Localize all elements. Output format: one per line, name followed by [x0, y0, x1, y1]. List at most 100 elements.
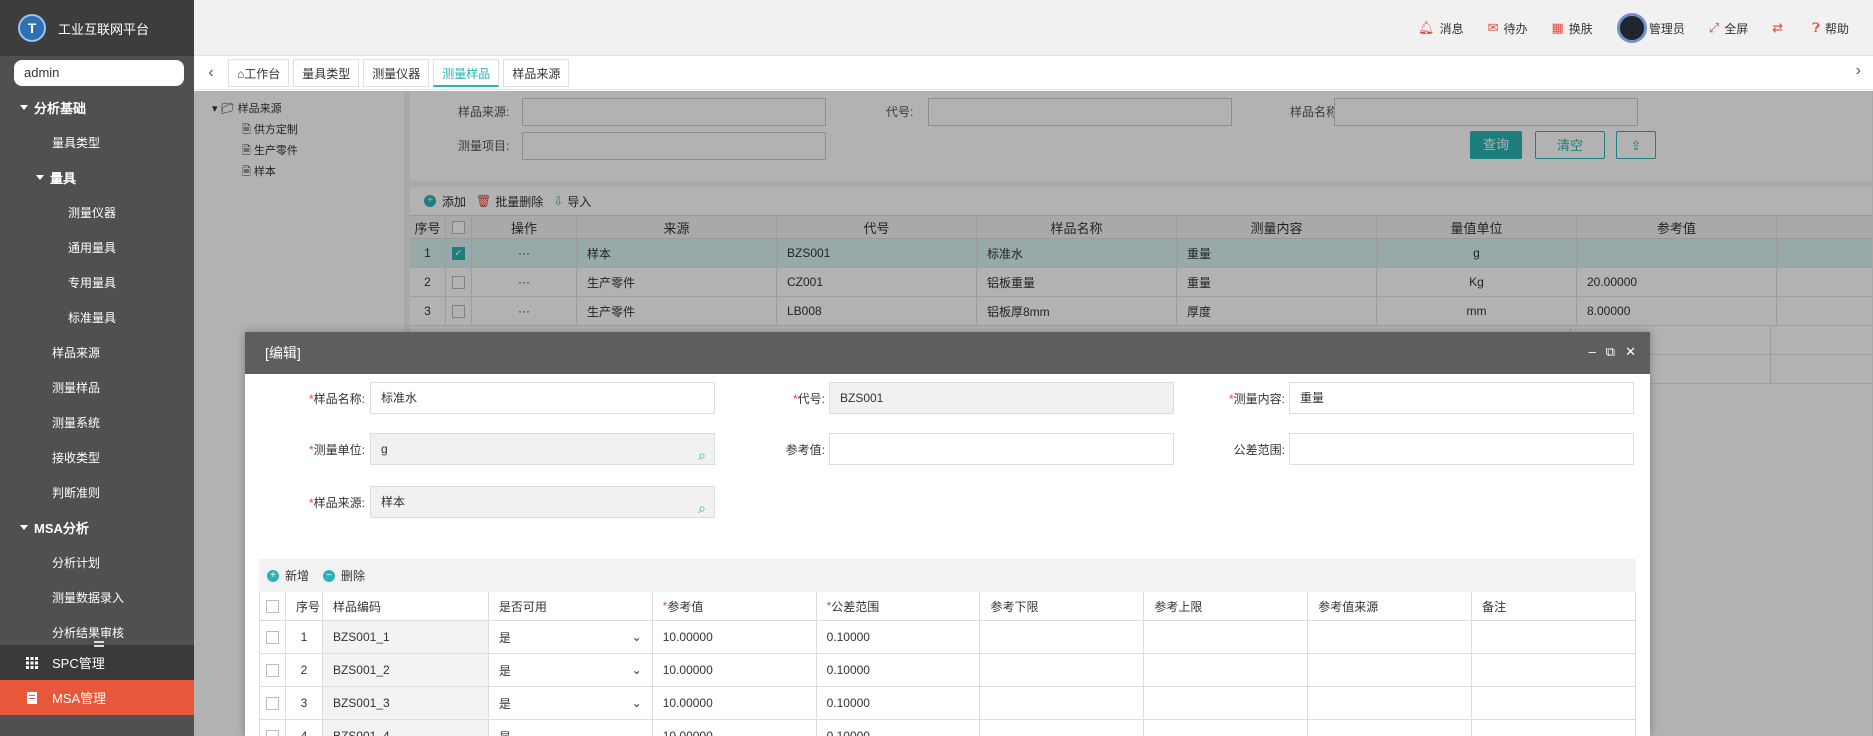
table-row[interactable]: 3 BZS001_3 是 ⌄ 10.00000 0.10000 [260, 687, 1636, 720]
todo-button[interactable]: ✉ 待办 [1488, 20, 1528, 37]
sidebar-item[interactable]: 测量样品 [0, 370, 194, 405]
sidebar-item[interactable]: 通用量具 [0, 230, 194, 265]
table-cell[interactable] [1472, 720, 1636, 736]
table-cell[interactable]: 10.00000 [653, 687, 817, 719]
table-cell[interactable]: BZS001_2 [322, 654, 489, 686]
table-cell[interactable] [1472, 687, 1636, 719]
table-cell[interactable]: 10.00000 [653, 621, 817, 653]
table-cell[interactable] [1144, 687, 1309, 719]
row-checkbox-cell[interactable] [260, 621, 286, 653]
table-cell[interactable] [1144, 621, 1309, 653]
table-cell[interactable]: BZS001_4 [322, 720, 489, 736]
tol-field[interactable] [1289, 433, 1634, 465]
sidebar-item-label: 量具类型 [52, 136, 101, 150]
select-all-checkbox[interactable] [260, 592, 286, 620]
checkbox[interactable] [265, 630, 279, 644]
sidebar-item[interactable]: 测量数据录入 [0, 580, 194, 615]
table-cell[interactable] [980, 720, 1145, 736]
source-field[interactable]: 样本 ⌕ [370, 486, 715, 518]
unit-field[interactable]: g ⌕ [370, 433, 715, 465]
tab-workbench[interactable]: ⌂工作台 [228, 58, 290, 87]
delete-button[interactable]: − 删除 [323, 567, 365, 584]
table-cell[interactable] [980, 654, 1145, 686]
switch-button[interactable]: ⇄ [1772, 20, 1788, 36]
table-row[interactable]: 4BZS001_4是⌄10.000000.10000 [260, 720, 1636, 736]
sidebar-item[interactable]: 接收类型 [0, 440, 194, 475]
ref-field[interactable] [829, 433, 1174, 465]
skin-button[interactable]: ▦ 换肤 [1552, 20, 1593, 37]
sidebar-item-msa[interactable]: MSA管理 [0, 680, 194, 715]
maximize-icon[interactable]: ⧉ [1606, 344, 1615, 360]
sidebar-item-spc[interactable]: SPC管理 [0, 645, 194, 680]
app-logo: T [18, 14, 46, 42]
table-cell[interactable] [980, 687, 1145, 719]
table-cell[interactable]: 0.10000 [817, 687, 981, 719]
search-icon[interactable]: ⌕ [698, 493, 706, 523]
sidebar-item[interactable]: 测量仪器 [0, 195, 194, 230]
table-cell[interactable] [1472, 621, 1636, 653]
sidebar-item[interactable]: 分析基础 [0, 90, 194, 125]
row-checkbox-cell[interactable] [260, 720, 286, 736]
table-cell[interactable] [1308, 654, 1473, 686]
sidebar-item[interactable]: 专用量具 [0, 265, 194, 300]
table-cell[interactable] [1472, 654, 1636, 686]
tab-sample[interactable]: 测量样品 [433, 58, 500, 87]
chevron-left-icon[interactable]: ‹ [194, 64, 228, 82]
user-menu[interactable]: 管理员 [1616, 13, 1685, 43]
sidebar-item[interactable]: MSA分析 [0, 510, 194, 545]
search-icon[interactable]: ⌕ [698, 440, 706, 470]
fullscreen-icon: ⤢ [1708, 20, 1720, 35]
table-cell[interactable] [1144, 720, 1309, 736]
table-row[interactable]: 2 BZS001_2 是 ⌄ 10.00000 0.10000 [260, 654, 1636, 687]
sidebar-item[interactable]: 标准量具 [0, 300, 194, 335]
fullscreen-label: 全屏 [1724, 21, 1749, 36]
sidebar-item[interactable]: 量具 [0, 160, 194, 195]
table-cell[interactable]: 0.10000 [817, 720, 981, 736]
chevron-right-icon[interactable]: › [1856, 62, 1861, 80]
table-cell[interactable]: BZS001_3 [322, 687, 489, 719]
tab-instrument[interactable]: 测量仪器 [363, 58, 430, 87]
sidebar-item[interactable]: 样品来源 [0, 335, 194, 370]
column-header: 参考上限 [1144, 592, 1309, 620]
new-button[interactable]: + 新增 [267, 567, 309, 584]
tab-gauge-type[interactable]: 量具类型 [293, 58, 360, 87]
table-cell[interactable]: 10.00000 [653, 720, 817, 736]
table-cell[interactable]: 0.10000 [817, 621, 981, 653]
minimize-icon[interactable]: – [1589, 344, 1596, 360]
row-checkbox-cell[interactable] [260, 687, 286, 719]
close-icon[interactable]: ✕ [1625, 344, 1636, 360]
table-cell[interactable] [1308, 621, 1473, 653]
checkbox[interactable] [265, 729, 279, 736]
available-select[interactable]: 是⌄ [489, 621, 653, 653]
sample-name-field[interactable]: 标准水 [370, 382, 715, 414]
content-field[interactable]: 重量 [1289, 382, 1634, 414]
table-cell[interactable] [980, 621, 1145, 653]
table-cell[interactable]: BZS001_1 [322, 621, 489, 653]
drag-handle-icon[interactable] [94, 641, 104, 647]
table-cell[interactable]: 0.10000 [817, 654, 981, 686]
sidebar-item-label: 测量仪器 [68, 206, 117, 220]
available-select[interactable]: 是⌄ [489, 720, 653, 736]
table-row[interactable]: 1 BZS001_1 是 ⌄ 10.00000 0.10000 [260, 621, 1636, 654]
checkbox[interactable] [265, 663, 279, 677]
table-cell[interactable] [1308, 687, 1473, 719]
available-select[interactable]: 是⌄ [489, 687, 653, 719]
sidebar-item[interactable]: 判断准则 [0, 475, 194, 510]
user-search-input[interactable]: admin [14, 60, 184, 86]
sidebar-item-label: SPC管理 [52, 656, 105, 671]
table-cell[interactable] [1308, 720, 1473, 736]
tab-sample-source[interactable]: 样品来源 [503, 58, 570, 87]
table-cell[interactable]: 10.00000 [653, 654, 817, 686]
sidebar-item[interactable]: 量具类型 [0, 125, 194, 160]
row-checkbox-cell[interactable] [260, 654, 286, 686]
help-button[interactable]: ❓︎ 帮助 [1812, 20, 1849, 37]
checkbox[interactable] [265, 599, 279, 613]
sidebar-item[interactable]: 分析计划 [0, 545, 194, 580]
checkbox[interactable] [265, 696, 279, 710]
table-cell[interactable] [1144, 654, 1309, 686]
sidebar-item[interactable]: 测量系统 [0, 405, 194, 440]
messages-button[interactable]: 🔔︎ 消息 [1418, 20, 1464, 37]
code-field[interactable]: BZS001 [829, 382, 1174, 414]
available-select[interactable]: 是⌄ [489, 654, 653, 686]
fullscreen-button[interactable]: ⤢ 全屏 [1709, 20, 1748, 37]
